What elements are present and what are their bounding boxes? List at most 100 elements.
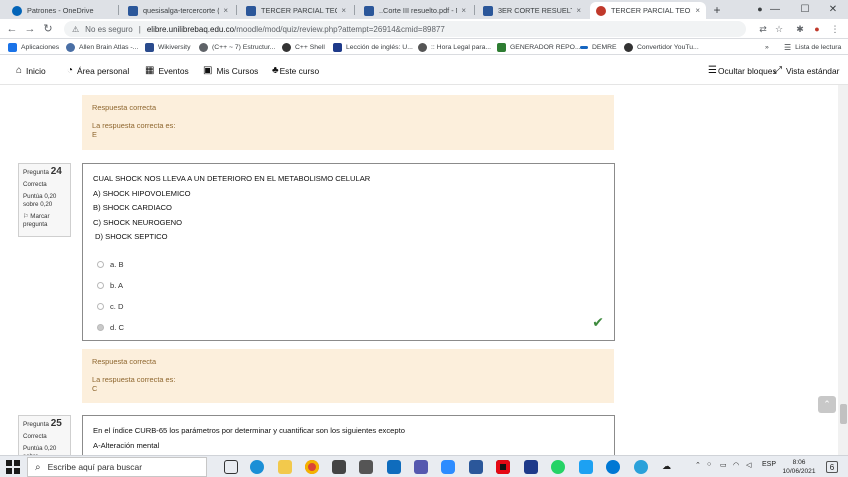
radio-button-selected[interactable] [97, 323, 104, 331]
language-indicator[interactable]: ESP [762, 461, 776, 468]
tab-close-icon[interactable]: × [341, 6, 346, 15]
task-view-icon[interactable] [224, 460, 238, 474]
taskbar-clock[interactable]: 8:06 10/06/2021 [779, 458, 819, 476]
bookmark-wikiversity[interactable]: Wikiversity [145, 41, 190, 53]
bookmark-leccion-ingles[interactable]: Lección de inglés: U... [333, 41, 413, 53]
tab-close-icon[interactable]: × [461, 6, 466, 15]
translate-icon[interactable]: ⇄ [756, 22, 770, 36]
answer-label: c. D [110, 301, 124, 311]
bookmark-convertidor-youtube[interactable]: Convertidor YouTu... [624, 41, 699, 53]
tab-patrones-onedrive[interactable]: Patrones - OneDrive [6, 2, 116, 19]
extensions-icon[interactable]: ✱ [793, 22, 807, 36]
chrome-icon[interactable] [305, 460, 319, 474]
bookmark-hora-legal[interactable]: :: Hora Legal para... [418, 41, 491, 53]
radio-button[interactable] [97, 281, 104, 289]
whatsapp-icon[interactable] [551, 460, 565, 474]
bookmark-allen-brain[interactable]: Allen Brain Atlas -... [66, 41, 138, 53]
maximize-button[interactable]: ☐ [790, 1, 820, 18]
clock-time: 8:06 [792, 459, 806, 466]
vertical-scrollbar[interactable] [838, 85, 848, 455]
question-text: D) SHOCK SEPTICO [95, 232, 168, 241]
nav-personal-area[interactable]: ◔ Área personal [67, 64, 129, 77]
tab-quesisalga[interactable]: quesisalga-tercercorte (1).pd × [122, 2, 234, 19]
nav-home[interactable]: ⌂ Inicio [16, 64, 46, 77]
tab-title: TERCER PARCIAL TEÓRICO [261, 6, 337, 15]
avatar-icon[interactable]: ● [810, 22, 824, 36]
question-state: Correcta [23, 433, 47, 440]
messenger-icon[interactable] [606, 460, 620, 474]
cloud-icon[interactable]: ○ [707, 461, 711, 468]
close-window-button[interactable]: ✕ [818, 1, 848, 18]
bookmark-label: Allen Brain Atlas -... [79, 43, 139, 51]
bookmark-generador-repo[interactable]: GENERADOR REPO... [497, 41, 581, 53]
nav-my-courses[interactable]: ▣ Mis Cursos [203, 64, 258, 77]
nav-events-label: Eventos [158, 65, 189, 76]
bookmarks-more-button[interactable]: » [765, 41, 769, 53]
bookmark-label: Aplicaciones [21, 43, 60, 51]
teams-icon[interactable] [414, 460, 428, 474]
radio-button[interactable] [97, 302, 104, 310]
tab-close-icon[interactable]: × [576, 6, 581, 15]
flag-question-link[interactable]: ⚐ Marcar pregunta [23, 213, 66, 229]
address-bar[interactable]: ⚠ No es seguro | elibre.unilibrebaq.edu.… [64, 21, 746, 37]
tab-tercer-parcial-1[interactable]: TERCER PARCIAL TEÓRICO × [240, 2, 352, 19]
file-explorer-icon[interactable] [278, 460, 292, 474]
mail-icon[interactable] [387, 460, 401, 474]
tab-corte-iii[interactable]: ..Corte III resuelto.pdf - Mic × [358, 2, 472, 19]
question-text: CUAL SHOCK NOS LLEVA A UN DETERIORO EN E… [93, 174, 371, 183]
demre-icon [580, 45, 588, 49]
twitter-icon[interactable] [579, 460, 593, 474]
menu-dots-icon[interactable]: ⋮ [828, 22, 842, 36]
tray-chevron-icon[interactable]: ⌃ [695, 461, 701, 469]
new-tab-button[interactable]: + [709, 2, 725, 18]
notification-center-icon[interactable]: 6 [826, 461, 838, 473]
nav-this-course[interactable]: ♣ Este curso [272, 64, 319, 77]
reload-icon[interactable]: ↻ [40, 21, 56, 37]
netflix-icon[interactable] [496, 460, 510, 474]
wifi-icon[interactable]: ◠ [733, 461, 739, 469]
globe-icon [282, 42, 291, 52]
zoom-icon[interactable] [441, 460, 455, 474]
scrollbar-thumb[interactable] [840, 404, 847, 424]
taskbar-search-input[interactable]: ⌕ Escribe aquí para buscar [27, 457, 207, 477]
calculator-icon[interactable] [359, 460, 373, 474]
bookmark-demre[interactable]: DEMRE [580, 41, 617, 53]
tab-close-icon[interactable]: × [223, 6, 228, 15]
tab-tercer-parcial-active[interactable]: TERCER PARCIAL TEORICO × [590, 2, 706, 19]
windows-start-icon[interactable] [6, 460, 20, 474]
standard-view-label: Vista estándar [786, 65, 840, 76]
weather-icon[interactable]: ☁ [662, 461, 671, 472]
address-host: elibre.unilibrebaq.edu.co [146, 24, 235, 34]
answer-option-b[interactable]: b. A [93, 275, 604, 296]
answer-options: a. B b. A c. D d. C [93, 254, 604, 338]
battery-icon[interactable]: ▭ [720, 461, 727, 469]
volume-icon[interactable]: ◁ [746, 461, 751, 469]
bookmark-apps[interactable]: Aplicaciones [8, 41, 59, 53]
tab-3er-corte[interactable]: 3ER CORTE RESUELTOU.pdf × [477, 2, 587, 19]
taskbar-search-placeholder: Escribe aquí para buscar [47, 462, 143, 472]
telegram-icon[interactable] [634, 460, 648, 474]
news-icon[interactable] [524, 460, 538, 474]
forward-arrow-icon[interactable]: → [22, 21, 38, 37]
bookmark-cpp-estructuras[interactable]: (C++ ~ 7) Estructur... [199, 41, 275, 53]
answer-option-d[interactable]: d. C [93, 317, 604, 338]
star-icon[interactable]: ☆ [772, 22, 786, 36]
apps-grid-icon [8, 42, 17, 52]
reading-list-button[interactable]: ☰ Lista de lectura [784, 41, 841, 53]
edge-icon[interactable] [250, 460, 264, 474]
bookmark-cpp-shell[interactable]: C++ Shell [282, 41, 325, 53]
store-icon[interactable] [332, 460, 346, 474]
standard-view-button[interactable]: ⤢ Vista estándar [774, 64, 839, 77]
nav-events[interactable]: ▦ Eventos [145, 64, 189, 77]
answer-option-c[interactable]: c. D [93, 296, 604, 317]
scroll-to-top-button[interactable]: ⌃ [818, 396, 836, 413]
allen-brain-icon [66, 42, 75, 52]
hide-blocks-button[interactable]: ☰ Ocultar bloques [708, 64, 777, 77]
back-arrow-icon[interactable]: ← [4, 21, 20, 37]
answer-option-a[interactable]: a. B [93, 254, 604, 275]
minimize-button[interactable]: — [760, 1, 790, 18]
radio-button[interactable] [97, 260, 104, 268]
word-icon[interactable] [469, 460, 483, 474]
question-number-value: 24 [50, 166, 62, 177]
tab-close-icon[interactable]: × [695, 6, 700, 15]
